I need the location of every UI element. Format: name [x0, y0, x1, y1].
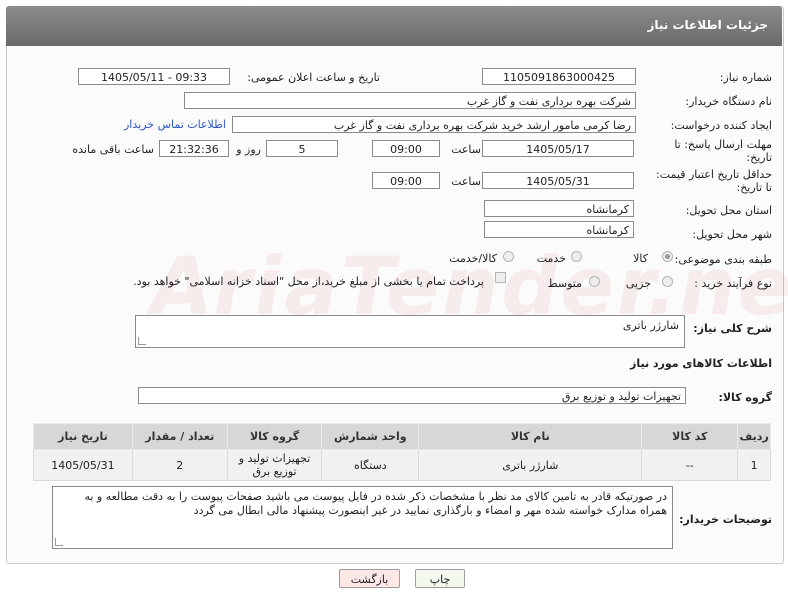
deadline-time-label: ساعت	[451, 143, 481, 156]
table-header-row: ردیف کد کالا نام کالا واحد شمارش گروه کا…	[33, 423, 771, 450]
process-radio-minor[interactable]	[662, 276, 673, 287]
city-field: کرمانشاه	[484, 221, 634, 238]
price-validity-time-label: ساعت	[451, 175, 481, 188]
category-option-goods-service: کالا/خدمت	[449, 252, 497, 265]
col-name: نام کالا	[418, 423, 643, 450]
goods-group-label: گروه کالا:	[718, 391, 772, 404]
announce-field: 1405/05/11 - 09:33	[78, 68, 230, 85]
buyer-notes-text: در صورتیکه قادر به تامین کالای مد نظر با…	[84, 490, 667, 517]
buyer-org-field: شرکت بهره برداری نفت و گاز غرب	[184, 92, 636, 109]
category-radio-goods[interactable]	[662, 251, 673, 262]
category-radio-service[interactable]	[571, 251, 582, 262]
col-date: تاریخ نیاز	[33, 423, 133, 450]
category-option-service: خدمت	[536, 252, 566, 265]
goods-group-field: تجهیزات تولید و توزیع برق	[138, 387, 686, 404]
col-group: گروه کالا	[226, 423, 323, 450]
payment-note: پرداخت تمام یا بخشی از مبلغ خرید،از محل …	[133, 275, 484, 288]
announce-label: تاریخ و ساعت اعلان عمومی:	[247, 71, 380, 84]
category-label: طبقه بندی موضوعی:	[674, 253, 772, 266]
col-unit: واحد شمارش	[321, 423, 420, 450]
panel-header: جزئیات اطلاعات نیاز	[6, 6, 782, 46]
city-label: شهر محل تحویل:	[692, 228, 772, 241]
province-field: کرمانشاه	[484, 200, 634, 217]
deadline-label: مهلت ارسال پاسخ: تا	[674, 138, 772, 151]
cell-date: 1405/05/31	[33, 449, 133, 481]
buyer-org-label: نام دستگاه خریدار:	[685, 95, 772, 108]
price-validity-time-field: 09:00	[372, 172, 440, 189]
requester-label: ایجاد کننده درخواست:	[670, 119, 772, 132]
deadline-label-date: تاریخ:	[746, 151, 772, 164]
cell-qty: 2	[131, 449, 228, 481]
description-textarea[interactable]: شارژر باتری	[135, 315, 685, 348]
description-text: شارژر باتری	[622, 319, 679, 332]
page-title: جزئیات اطلاعات نیاز	[647, 18, 768, 32]
remaining-time-field: 21:32:36	[159, 140, 229, 157]
print-button[interactable]: چاپ	[415, 569, 465, 588]
col-qty: تعداد / مقدار	[131, 423, 228, 450]
requester-field: رضا کرمی مامور ارشد خرید شرکت بهره بردار…	[232, 116, 636, 133]
buyer-notes-textarea[interactable]: در صورتیکه قادر به تامین کالای مد نظر با…	[52, 486, 673, 549]
items-table: ردیف کد کالا نام کالا واحد شمارش گروه کا…	[33, 423, 771, 481]
table-row: 1 -- شارژر باتری دستگاه تجهیزات تولید و …	[33, 449, 771, 481]
resize-grip-icon[interactable]	[138, 337, 146, 345]
cell-row: 1	[737, 449, 771, 481]
process-option-minor: جزیی	[625, 277, 651, 290]
col-row: ردیف	[737, 423, 771, 450]
price-validity-date-field: 1405/05/31	[482, 172, 634, 189]
cell-group: تجهیزات تولید و توزیع برق	[226, 449, 323, 481]
description-label: شرح کلی نیاز:	[693, 322, 772, 335]
buyer-notes-label: توضیحات خریدار:	[679, 513, 772, 526]
process-option-medium: متوسط	[547, 277, 582, 290]
cell-code: --	[641, 449, 739, 481]
price-validity-label: حداقل تاریخ اعتبار قیمت:	[656, 168, 772, 181]
process-label: نوع فرآیند خرید :	[694, 277, 772, 290]
cell-name: شارژر باتری	[418, 449, 643, 481]
resize-grip-icon[interactable]	[55, 538, 63, 546]
back-button[interactable]: بازگشت	[339, 569, 400, 588]
category-option-goods: کالا	[633, 252, 648, 265]
remaining-label: ساعت باقی مانده	[72, 143, 154, 156]
need-number-label: شماره نیاز:	[719, 71, 772, 84]
price-validity-label-date: تا تاریخ:	[736, 181, 772, 194]
cell-unit: دستگاه	[321, 449, 420, 481]
treasury-payment-checkbox[interactable]	[495, 272, 506, 283]
category-radio-goods-service[interactable]	[503, 251, 514, 262]
deadline-date-field: 1405/05/17	[482, 140, 634, 157]
days-count-field: 5	[266, 140, 338, 157]
need-number-field: 1105091863000425	[482, 68, 636, 85]
goods-info-title: اطلاعات کالاهای مورد نیاز	[630, 357, 772, 370]
province-label: استان محل تحویل:	[685, 204, 772, 217]
col-code: کد کالا	[641, 423, 739, 450]
days-label: روز و	[236, 143, 261, 156]
deadline-time-field: 09:00	[372, 140, 440, 157]
buyer-contact-link[interactable]: اطلاعات تماس خریدار	[124, 118, 226, 131]
process-radio-medium[interactable]	[589, 276, 600, 287]
